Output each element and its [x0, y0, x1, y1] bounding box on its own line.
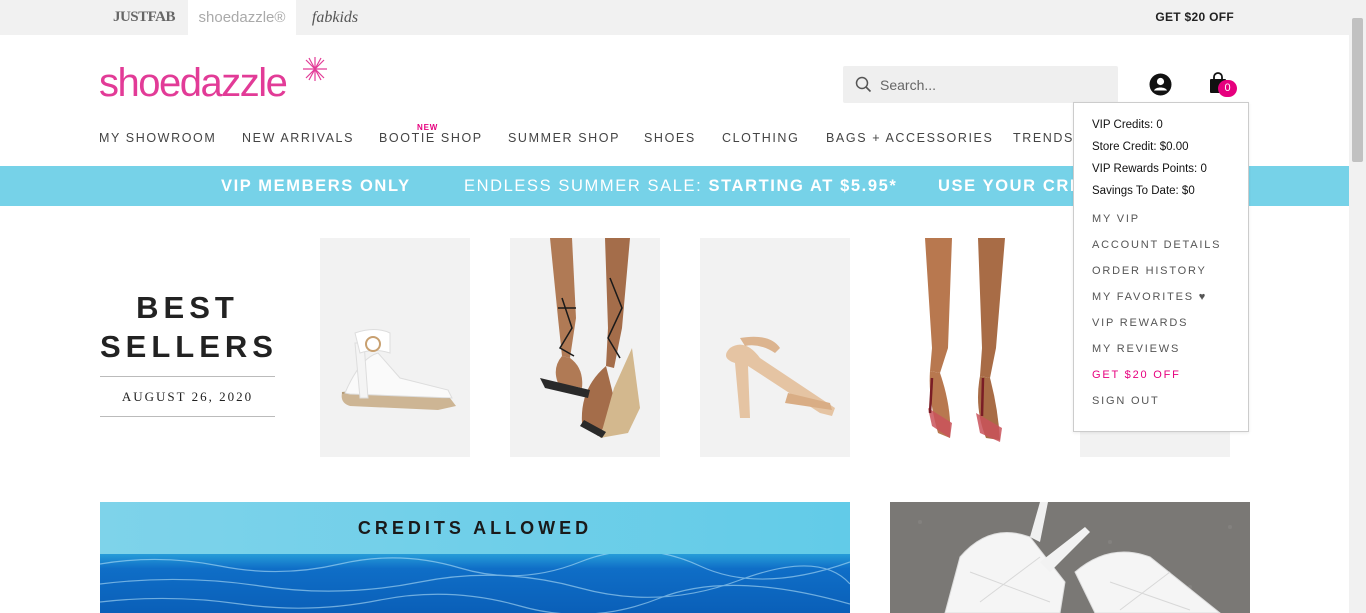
nav-bags-accessories[interactable]: BAGS + ACCESSORIES	[826, 131, 993, 145]
product-image	[341, 329, 456, 410]
credits-allowed-promo[interactable]: CREDITS ALLOWED	[100, 502, 850, 613]
product-image	[726, 336, 835, 418]
product-image	[890, 238, 1040, 457]
savings-to-date: Savings To Date: $0	[1092, 185, 1195, 197]
nav-my-showroom[interactable]: MY SHOWROOM	[99, 131, 216, 145]
best-sellers-line2: SELLERS	[100, 329, 278, 364]
sparkle-icon	[303, 57, 327, 81]
cart-count-badge[interactable]: 0	[1218, 80, 1237, 97]
brand-tab-shoedazzle[interactable]: shoedazzle®	[188, 0, 296, 35]
account-dropdown: VIP Credits: 0 Store Credit: $0.00 VIP R…	[1073, 102, 1249, 432]
my-favorites-link[interactable]: MY FAVORITES ♥	[1092, 291, 1207, 303]
brand-bar: JUSTFAB shoedazzle® fabkids GET $20 OFF	[0, 0, 1349, 35]
logo-text: shoedazzle	[99, 61, 288, 105]
shoedazzle-logo[interactable]: shoedazzle	[99, 57, 327, 106]
get-20-off-link[interactable]: GET $20 OFF	[1155, 0, 1234, 35]
sign-out-link[interactable]: SIGN OUT	[1092, 395, 1160, 407]
nav-bootie-shop[interactable]: BOOTIE SHOP	[379, 131, 483, 145]
search-icon	[855, 76, 872, 93]
nav-trends[interactable]: TRENDS	[1013, 131, 1074, 145]
account-icon[interactable]	[1149, 73, 1172, 96]
store-credit: Store Credit: $0.00	[1092, 141, 1189, 153]
brand-tab-fabkids[interactable]: fabkids	[296, 0, 374, 35]
get-20-off-dropdown-link[interactable]: GET $20 OFF	[1092, 369, 1181, 381]
best-sellers-date: AUGUST 26, 2020	[121, 389, 254, 404]
vip-credits: VIP Credits: 0	[1092, 119, 1163, 131]
credits-allowed-title: CREDITS ALLOWED	[357, 518, 593, 538]
banner-sale-prefix: ENDLESS SUMMER SALE:	[464, 177, 709, 195]
product-card-white-espadrille[interactable]	[320, 238, 470, 457]
scrollbar-thumb[interactable]	[1352, 18, 1363, 162]
banner-sale-price: STARTING AT $5.95*	[708, 177, 898, 195]
product-image	[540, 238, 640, 438]
banner-vip-only: VIP MEMBERS ONLY	[221, 177, 411, 195]
product-card-nude-wedge[interactable]	[700, 238, 850, 457]
page-scrollbar[interactable]	[1349, 0, 1366, 613]
divider	[100, 376, 275, 377]
banner-sale: ENDLESS SUMMER SALE: STARTING AT $5.95*	[464, 166, 897, 206]
nav-new-arrivals[interactable]: NEW ARRIVALS	[242, 131, 354, 145]
water-pattern	[100, 554, 850, 613]
promo-image	[890, 502, 1250, 613]
best-sellers-title: BEST SELLERS	[100, 288, 275, 366]
search-box[interactable]	[843, 66, 1118, 103]
vip-rewards-points: VIP Rewards Points: 0	[1092, 163, 1207, 175]
nav-clothing[interactable]: CLOTHING	[722, 131, 799, 145]
my-vip-link[interactable]: MY VIP	[1092, 213, 1140, 225]
my-reviews-link[interactable]: MY REVIEWS	[1092, 343, 1180, 355]
vip-rewards-link[interactable]: VIP REWARDS	[1092, 317, 1188, 329]
best-sellers-line1: BEST	[136, 290, 239, 325]
nav-shoes[interactable]: SHOES	[644, 131, 696, 145]
product-card-lace-up-wedge[interactable]	[510, 238, 660, 457]
white-sandals-promo[interactable]	[890, 502, 1250, 613]
account-details-link[interactable]: ACCOUNT DETAILS	[1092, 239, 1221, 251]
order-history-link[interactable]: ORDER HISTORY	[1092, 265, 1207, 277]
brand-tab-justfab[interactable]: JUSTFAB	[100, 0, 188, 35]
divider	[100, 416, 275, 417]
nav-summer-shop[interactable]: SUMMER SHOP	[508, 131, 620, 145]
product-card-clear-heel[interactable]	[890, 238, 1040, 457]
search-input[interactable]	[880, 66, 1110, 103]
